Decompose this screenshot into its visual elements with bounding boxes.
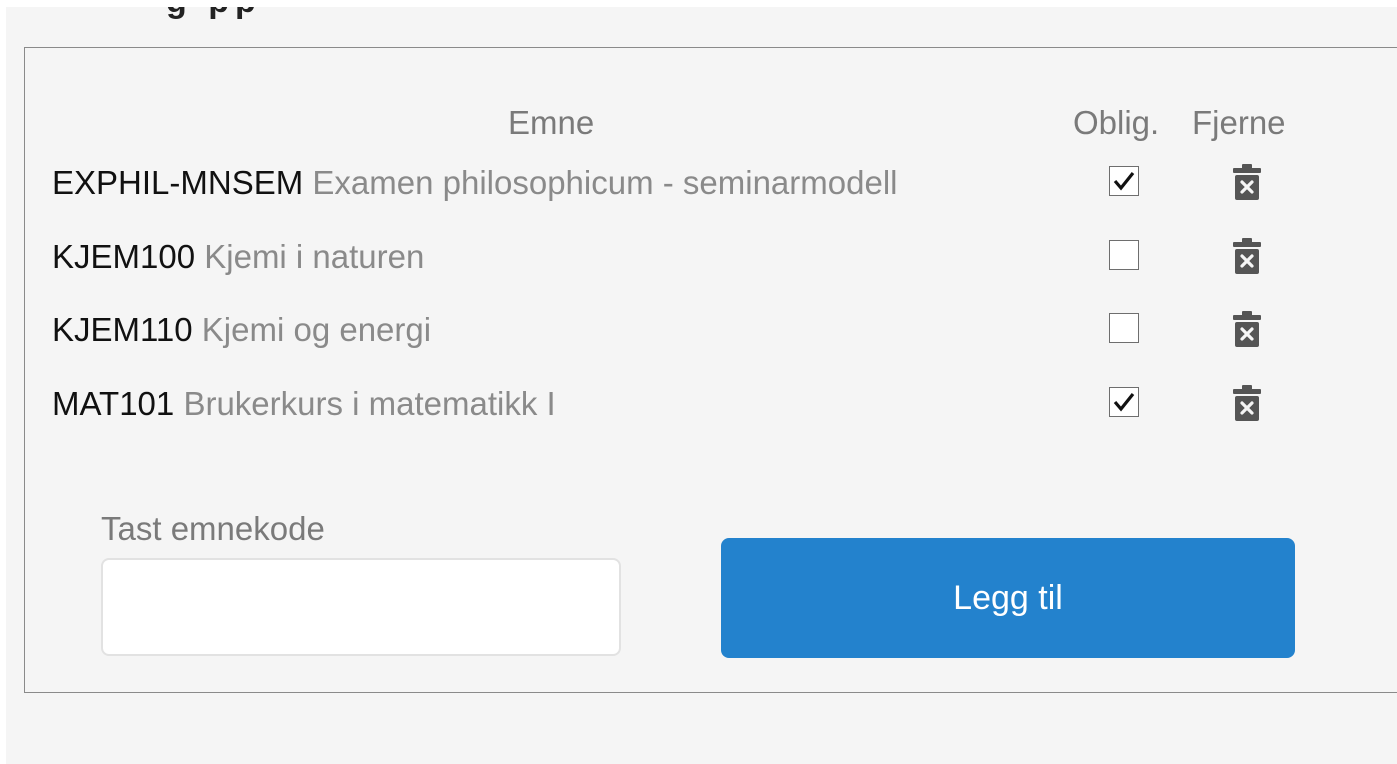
- column-header-oblig: Oblig.: [1073, 104, 1160, 141]
- course-selection-page: g pp Emne Oblig. Fjerne EXPHIL-MNSEM Exa…: [6, 7, 1397, 764]
- course-name: Brukerkurs i matematikk I: [183, 385, 556, 422]
- course-label: KJEM110 Kjemi og energi: [52, 310, 431, 350]
- course-label: KJEM100 Kjemi i naturen: [52, 237, 424, 277]
- add-course-button[interactable]: Legg til: [721, 538, 1295, 658]
- checkmark-icon: [1113, 393, 1135, 412]
- course-code: EXPHIL-MNSEM: [52, 164, 304, 201]
- course-name: Kjemi og energi: [201, 311, 432, 348]
- course-name: Examen philosophicum - seminarmodell: [312, 164, 898, 201]
- trash-icon[interactable]: [1231, 163, 1263, 201]
- course-row: EXPHIL-MNSEM Examen philosophicum - semi…: [25, 163, 1397, 203]
- course-row: KJEM100 Kjemi i naturen: [25, 237, 1397, 277]
- course-name: Kjemi i naturen: [204, 238, 425, 275]
- trash-icon[interactable]: [1231, 384, 1263, 422]
- section-heading: g pp: [166, 7, 262, 21]
- course-code-label: Tast emnekode: [101, 510, 325, 547]
- course-code: MAT101: [52, 385, 175, 422]
- column-header-emne: Emne: [508, 104, 595, 141]
- course-label: EXPHIL-MNSEM Examen philosophicum - semi…: [52, 163, 897, 203]
- column-header-fjerne: Fjerne: [1192, 104, 1286, 141]
- checkmark-icon: [1113, 172, 1135, 191]
- obligatory-checkbox[interactable]: [1109, 166, 1139, 196]
- course-panel: Emne Oblig. Fjerne EXPHIL-MNSEM Examen p…: [24, 47, 1397, 693]
- course-code: KJEM100: [52, 238, 196, 275]
- trash-icon[interactable]: [1231, 237, 1263, 275]
- course-row: KJEM110 Kjemi og energi: [25, 310, 1397, 350]
- course-label: MAT101 Brukerkurs i matematikk I: [52, 384, 556, 424]
- obligatory-checkbox[interactable]: [1109, 313, 1139, 343]
- course-code-input[interactable]: [101, 558, 621, 656]
- obligatory-checkbox[interactable]: [1109, 387, 1139, 417]
- course-row: MAT101 Brukerkurs i matematikk I: [25, 384, 1397, 424]
- trash-icon[interactable]: [1231, 310, 1263, 348]
- course-code: KJEM110: [52, 311, 193, 348]
- obligatory-checkbox[interactable]: [1109, 240, 1139, 270]
